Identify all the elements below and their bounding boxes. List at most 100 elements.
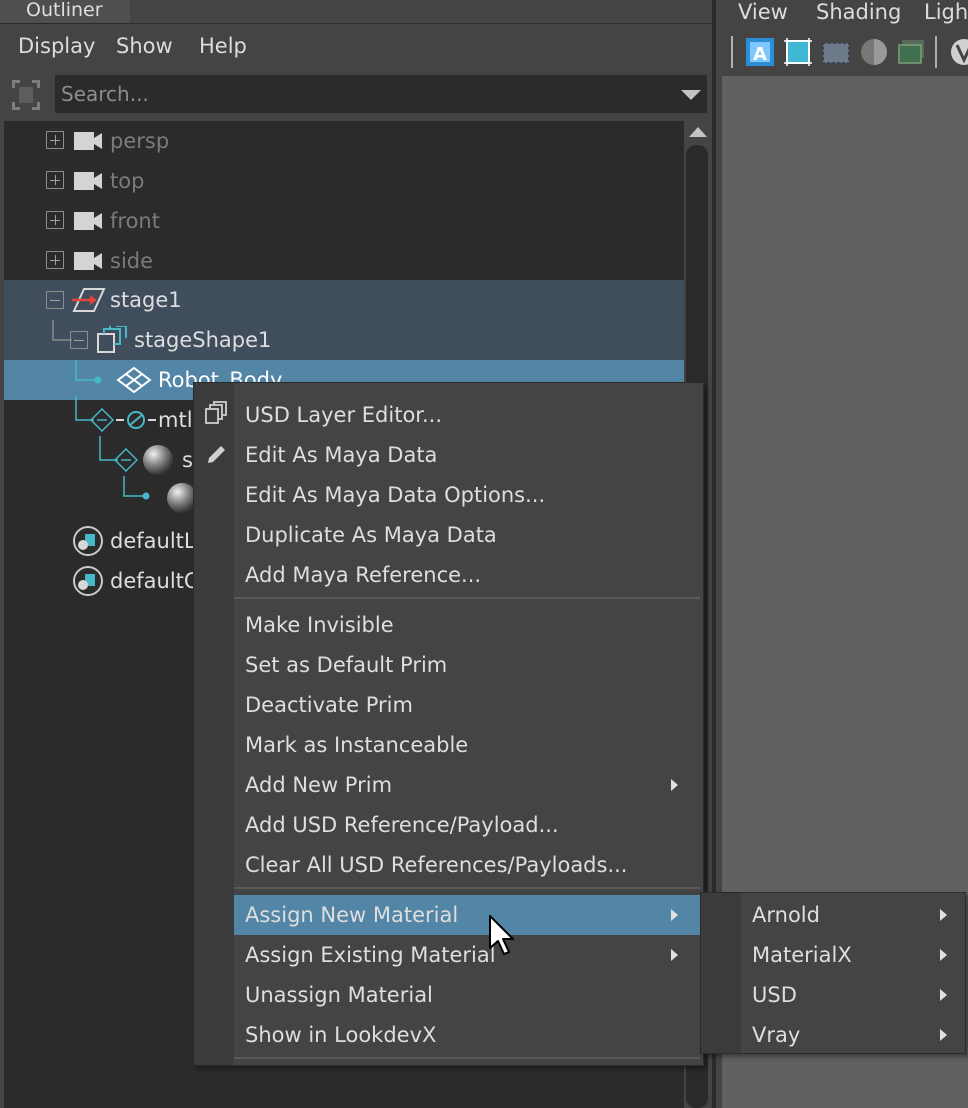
- tree-connector: [75, 360, 102, 384]
- camera-icon: [74, 132, 102, 150]
- mouse-cursor-icon: [489, 915, 514, 955]
- tree-label: mtl: [158, 408, 193, 432]
- menu-edit-as-maya-data[interactable]: Edit As Maya Data: [234, 435, 700, 475]
- frame-all-icon[interactable]: [782, 36, 814, 68]
- menu-shading[interactable]: Shading: [816, 0, 901, 24]
- scroll-up-arrow-icon[interactable]: [689, 127, 707, 137]
- tree-label: stage1: [110, 288, 182, 312]
- light-set-icon: [73, 526, 103, 556]
- menu-mark-instanceable[interactable]: Mark as Instanceable: [234, 725, 700, 765]
- expand-icon[interactable]: [46, 211, 64, 229]
- menu-separator: [234, 597, 700, 599]
- assign-new-material-submenu: Arnold MaterialX USD Vray: [700, 892, 966, 1054]
- shading-icon[interactable]: [858, 36, 890, 68]
- tree-label: defaultLi: [110, 529, 202, 553]
- mesh-prim-icon: [116, 366, 152, 394]
- tree-connector: [52, 320, 72, 341]
- menu-add-new-prim[interactable]: Add New Prim: [234, 765, 700, 805]
- menu-deactivate-prim[interactable]: Deactivate Prim: [234, 685, 700, 725]
- outliner-menubar: Display Show Help: [0, 26, 712, 66]
- vray-icon[interactable]: [948, 36, 968, 68]
- submenu-arrow-icon: [671, 949, 678, 961]
- search-box[interactable]: [55, 75, 707, 113]
- usd-proxy-shape-icon: [97, 326, 127, 353]
- menu-lighting[interactable]: Light: [924, 0, 968, 24]
- menu-icon-gutter: [194, 383, 234, 1065]
- tree-row-stage1[interactable]: stage1: [4, 280, 684, 320]
- submenu-arrow-icon: [671, 779, 678, 791]
- camera-icon: [74, 212, 102, 230]
- layer-editor-icon: [205, 401, 227, 424]
- viewport-toolbar: A: [716, 32, 968, 72]
- submenu-arrow-icon: [940, 989, 947, 1001]
- tree-row-side[interactable]: side: [4, 241, 684, 281]
- outliner-title-tab[interactable]: Outliner: [0, 0, 130, 24]
- tree-label: stageShape1: [134, 328, 272, 352]
- menu-separator: [234, 887, 700, 889]
- camera-icon: [74, 172, 102, 190]
- menu-duplicate-as-maya-data[interactable]: Duplicate As Maya Data: [234, 515, 700, 555]
- menu-clear-usd-references[interactable]: Clear All USD References/Payloads...: [234, 845, 700, 885]
- toolbar-separator: [935, 36, 937, 68]
- tree-label: front: [110, 209, 160, 233]
- context-menu: USD Layer Editor... Edit As Maya Data Ed…: [193, 382, 704, 1066]
- submenu-arrow-icon: [671, 909, 678, 921]
- menu-help[interactable]: Help: [199, 34, 247, 58]
- filter-icon[interactable]: [10, 78, 42, 112]
- submenu-vray[interactable]: Vray: [741, 1015, 965, 1055]
- menu-show[interactable]: Show: [116, 34, 173, 58]
- search-row: [0, 72, 712, 118]
- menu-set-default-prim[interactable]: Set as Default Prim: [234, 645, 700, 685]
- grid-icon[interactable]: [820, 36, 852, 68]
- collapse-icon[interactable]: [70, 331, 88, 349]
- menu-display[interactable]: Display: [18, 34, 95, 58]
- expand-icon[interactable]: [46, 131, 64, 149]
- tree-label: side: [110, 249, 154, 273]
- menu-show-in-lookdevx[interactable]: Show in LookdevX: [234, 1015, 700, 1055]
- menu-view[interactable]: View: [738, 0, 788, 24]
- expand-diamond-icon[interactable]: [114, 448, 138, 472]
- scope-icon: [116, 411, 156, 429]
- submenu-materialx[interactable]: MaterialX: [741, 935, 965, 975]
- tree-label: persp: [110, 129, 170, 153]
- collapse-icon[interactable]: [46, 291, 64, 309]
- menu-assign-new-material[interactable]: Assign New Material: [234, 895, 700, 935]
- search-input[interactable]: [55, 75, 655, 113]
- search-dropdown-icon[interactable]: [681, 90, 701, 100]
- submenu-arrow-icon: [940, 949, 947, 961]
- title-divider: [130, 23, 712, 24]
- attribute-editor-icon[interactable]: A: [744, 36, 776, 68]
- menu-add-usd-reference[interactable]: Add USD Reference/Payload...: [234, 805, 700, 845]
- menu-icon-gutter: [701, 893, 741, 1053]
- tree-row-top[interactable]: top: [4, 161, 684, 201]
- expand-icon[interactable]: [46, 251, 64, 269]
- tree-label: top: [110, 169, 145, 193]
- menu-assign-existing-material[interactable]: Assign Existing Material: [234, 935, 700, 975]
- svg-text:A: A: [753, 44, 767, 65]
- submenu-arnold[interactable]: Arnold: [741, 895, 965, 935]
- camera-icon: [74, 252, 102, 270]
- usd-stage-icon: [72, 288, 106, 312]
- object-set-icon: [73, 566, 103, 596]
- menu-unassign-material[interactable]: Unassign Material: [234, 975, 700, 1015]
- expand-icon[interactable]: [46, 171, 64, 189]
- submenu-arrow-icon: [940, 1029, 947, 1041]
- tree-row-stageshape1[interactable]: stageShape1: [4, 320, 684, 360]
- menu-make-invisible[interactable]: Make Invisible: [234, 605, 700, 645]
- menu-edit-as-maya-data-options[interactable]: Edit As Maya Data Options...: [234, 475, 700, 515]
- menu-usd-layer-editor[interactable]: USD Layer Editor...: [234, 395, 700, 435]
- tree-row-persp[interactable]: persp: [4, 121, 684, 161]
- submenu-usd[interactable]: USD: [741, 975, 965, 1015]
- expand-diamond-icon[interactable]: [90, 408, 114, 432]
- menu-separator: [234, 1057, 700, 1059]
- material-sphere-icon: [143, 445, 173, 475]
- tree-label: defaultO: [110, 569, 201, 593]
- tree-connector: [123, 476, 150, 500]
- toolbar-separator: [731, 36, 733, 68]
- menu-add-maya-reference[interactable]: Add Maya Reference...: [234, 555, 700, 595]
- tree-row-front[interactable]: front: [4, 201, 684, 241]
- outliner-title: Outliner: [26, 0, 103, 21]
- submenu-arrow-icon: [940, 909, 947, 921]
- textured-icon[interactable]: [896, 36, 928, 68]
- tree-label: s: [182, 448, 193, 472]
